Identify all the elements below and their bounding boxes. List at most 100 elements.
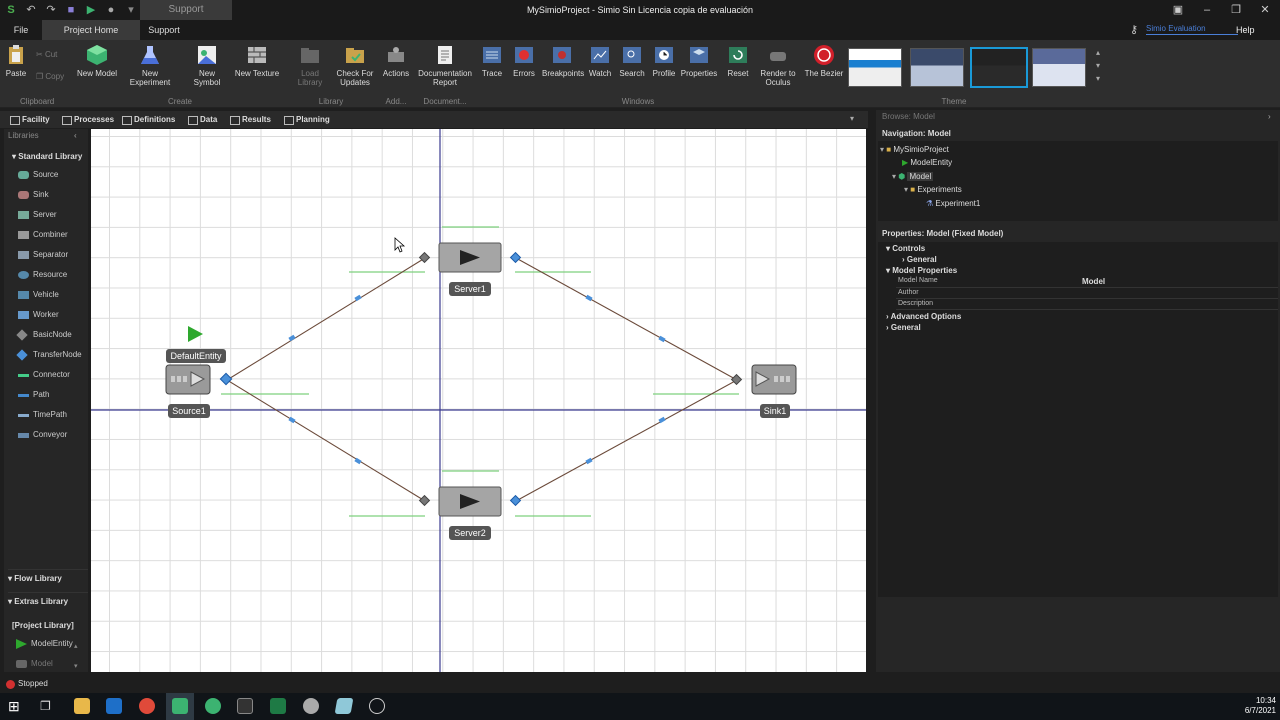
outlook-icon[interactable] [106,698,122,714]
chrome-icon[interactable] [139,698,155,714]
save-icon[interactable]: ■ [64,3,78,17]
restore-layout-icon[interactable]: ▣ [1163,0,1193,20]
redo-icon[interactable]: ↷ [44,3,58,17]
profile-button[interactable]: Profile [650,44,678,98]
lib-item-path[interactable]: Path [18,389,49,401]
lib-item-source[interactable]: Source [18,169,58,181]
default-entity-icon[interactable] [188,326,203,342]
flow-library-header[interactable]: ▾ Flow Library [8,569,88,583]
tree-item-experiments[interactable]: ▾ ■ Experiments [904,185,962,194]
lib-item-server[interactable]: Server [18,209,57,221]
subtab-data[interactable]: Data [186,111,217,128]
browser-app-icon[interactable] [205,698,221,714]
stop-icon[interactable]: ● [104,3,118,17]
server2-output-node[interactable] [509,494,522,507]
windows-start-icon[interactable]: ⊞ [8,698,24,714]
properties-button[interactable]: Properties [680,44,718,98]
bezier-button[interactable]: The Bezier [804,44,844,98]
lib-item-combiner[interactable]: Combiner [18,229,68,241]
lib-item-transfernode[interactable]: TransferNode [16,349,82,361]
path-server1-sink[interactable] [515,257,738,381]
facility-canvas[interactable]: DefaultEntity Source1 Server1 Server2 Si… [91,129,866,672]
load-library-button[interactable]: Load Library [288,44,332,98]
path-source-server1[interactable] [226,257,426,381]
simio-taskbar-active[interactable] [166,693,194,720]
lib-item-resource[interactable]: Resource [18,269,67,281]
theme-swatch-blue[interactable] [848,48,902,87]
extras-library-header[interactable]: ▾ Extras Library [8,592,88,606]
project-item-model[interactable]: Model [16,658,53,670]
paste-button[interactable]: Paste [4,44,28,98]
help-button[interactable]: Help [1236,20,1255,40]
server1-output-node[interactable] [509,251,522,264]
undo-icon[interactable]: ↶ [24,3,38,17]
subtab-definitions[interactable]: Definitions [120,111,175,128]
lib-item-basicnode[interactable]: BasicNode [16,329,72,341]
server2-input-node[interactable] [418,494,431,507]
lib-item-conveyor[interactable]: Conveyor [18,429,67,441]
lib-item-worker[interactable]: Worker [18,309,59,321]
tree-item-experiment1[interactable]: ⚗ Experiment1 [926,199,980,208]
run-icon[interactable]: ▶ [84,3,98,17]
actions-button[interactable]: Actions [380,44,412,98]
tab-project-home[interactable]: Project Home [42,20,140,40]
tab-support[interactable]: Support [140,20,188,40]
lib-item-timepath[interactable]: TimePath [18,409,67,421]
lib-item-connector[interactable]: Connector [18,369,70,381]
standard-library-header[interactable]: ▾ Standard Library [12,152,88,161]
sink1-object[interactable] [751,364,797,395]
breakpoints-button[interactable]: Breakpoints [542,44,584,98]
collapse-panel-icon[interactable]: ‹ [74,131,77,140]
quick-access-dropdown-icon[interactable]: ▾ [124,3,138,17]
copy-button[interactable]: ❐ Copy [36,72,70,84]
reset-button[interactable]: Reset [724,44,752,98]
server1-object[interactable] [438,242,502,273]
documentation-report-button[interactable]: Documentation Report [418,44,472,98]
subtab-dropdown-icon[interactable]: ▾ [850,114,854,123]
tab-file[interactable]: File [6,20,36,40]
prop-category-advanced[interactable]: › Advanced Options [886,312,961,321]
new-experiment-button[interactable]: New Experiment [122,44,178,98]
subtab-planning[interactable]: Planning [282,111,330,128]
errors-button[interactable]: Errors [510,44,538,98]
maximize-button[interactable]: ❐ [1221,0,1251,20]
account-link[interactable]: Simio Evaluation [1146,24,1238,35]
subtab-results[interactable]: Results [228,111,271,128]
lib-item-vehicle[interactable]: Vehicle [18,289,59,301]
cut-button[interactable]: ✂ Cut [36,50,66,62]
close-button[interactable]: ✕ [1250,0,1280,20]
prop-category-controls[interactable]: ▾ Controls [886,244,925,253]
project-library-scroll-icon[interactable]: ▴ ▾ [74,637,78,677]
theme-scroll-icon[interactable]: ▴ ▾ ▾ [1096,46,1100,85]
render-oculus-button[interactable]: Render to Oculus [758,44,798,98]
prop-category-model-properties[interactable]: ▾ Model Properties [886,266,957,275]
prop-category-general-sub[interactable]: › General [902,255,937,264]
watch-button[interactable]: Watch [586,44,614,98]
server2-object[interactable] [438,486,502,517]
subtab-facility[interactable]: Facility [8,111,50,128]
path-source-server2[interactable] [226,379,426,502]
app-icon-circle[interactable] [369,698,385,714]
tree-item-modelentity[interactable]: ▶ ModelEntity [902,158,952,167]
search-button[interactable]: Search [618,44,646,98]
project-item-modelentity[interactable]: ModelEntity [16,638,73,650]
file-explorer-icon[interactable] [74,698,90,714]
theme-swatch-lavender[interactable] [1032,48,1086,87]
prop-category-general[interactable]: › General [886,323,921,332]
tree-item-project[interactable]: ▾ ■ MySimioProject [880,145,949,154]
task-view-icon[interactable]: ❐ [40,698,56,714]
sink-input-node[interactable] [730,373,743,386]
lib-item-sink[interactable]: Sink [18,189,49,201]
new-symbol-button[interactable]: New Symbol [186,44,228,98]
theme-swatch-slate[interactable] [910,48,964,87]
lib-item-separator[interactable]: Separator [18,249,68,261]
minimize-button[interactable]: – [1192,0,1222,20]
source1-object[interactable] [165,364,211,395]
tree-item-model[interactable]: ▾ ⬢ Model [892,172,934,181]
excel-icon[interactable] [270,698,286,714]
trace-button[interactable]: Trace [478,44,506,98]
check-updates-button[interactable]: Check For Updates [336,44,374,98]
theme-swatch-dark-selected[interactable] [970,47,1028,88]
app-icon-notes[interactable] [334,698,354,714]
path-server2-sink[interactable] [515,379,738,502]
